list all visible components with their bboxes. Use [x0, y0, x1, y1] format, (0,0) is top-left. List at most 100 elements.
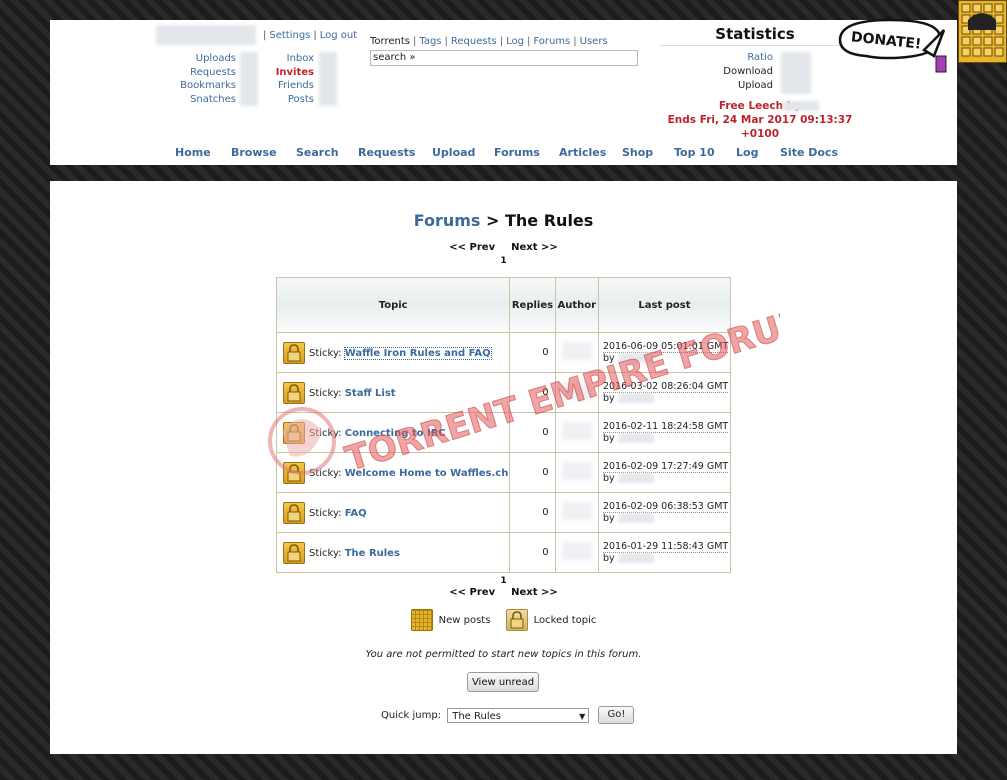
replies-count: 0 — [509, 492, 556, 533]
header-topic: Topic — [275, 277, 511, 333]
last-post-date[interactable]: 2016-02-11 18:24:58 GMT — [602, 420, 729, 433]
settings-link[interactable]: Settings — [269, 30, 310, 41]
snatches-link[interactable]: Snatches — [156, 93, 236, 107]
topic-cell: Sticky: Welcome Home to Waffles.ch — [275, 452, 511, 493]
author-cell[interactable] — [554, 492, 599, 533]
last-poster-redacted — [617, 473, 654, 483]
legend-new-posts-label: New posts — [438, 615, 491, 626]
author-redacted — [561, 542, 592, 560]
topic-link[interactable]: Connecting to IRC — [345, 428, 446, 439]
search-forums-link[interactable]: Forums — [533, 36, 570, 47]
search-input[interactable]: search » — [370, 50, 638, 66]
by-label: by — [602, 392, 615, 404]
quick-jump-select[interactable]: The Rules ▼ — [447, 707, 590, 723]
nav-articles[interactable]: Articles — [559, 146, 606, 159]
view-unread-button[interactable]: View unread — [467, 672, 539, 692]
topic-cell: Sticky: Waffle Iron Rules and FAQ — [275, 332, 511, 373]
nav-home[interactable]: Home — [175, 146, 211, 159]
sticky-label: Sticky: — [309, 547, 342, 559]
sticky-label: Sticky: — [309, 347, 342, 359]
last-post-date[interactable]: 2016-02-09 06:38:53 GMT — [602, 500, 729, 513]
user-counts-redacted — [240, 52, 258, 106]
page-title: Forums > The Rules — [50, 211, 957, 230]
search-requests-link[interactable]: Requests — [451, 36, 497, 47]
search-type-links: Torrents | Tags | Requests | Log | Forums | Users — [370, 36, 608, 47]
donate-button[interactable]: DONATE! — [836, 12, 948, 76]
bookmarks-link[interactable]: Bookmarks — [156, 79, 236, 93]
search-torrents-link[interactable]: Torrents — [370, 36, 410, 47]
topic-link[interactable]: FAQ — [345, 508, 367, 519]
last-post-cell: 2016-02-09 17:27:49 GMT by — [597, 452, 732, 493]
pager-top: << Prev Next >> — [50, 242, 957, 253]
ratio-label[interactable]: Ratio — [655, 52, 773, 63]
table-row: Sticky: Welcome Home to Waffles.ch 0 201… — [275, 452, 732, 493]
go-button[interactable]: Go! — [598, 706, 635, 724]
sticky-label: Sticky: — [309, 387, 342, 399]
topic-link[interactable]: Waffle Iron Rules and FAQ — [343, 346, 492, 360]
next-link-bottom[interactable]: Next >> — [511, 587, 558, 598]
by-label: by — [602, 352, 615, 364]
locked-topic-icon — [505, 609, 528, 631]
author-redacted — [561, 502, 592, 520]
nav-top10[interactable]: Top 10 — [674, 146, 715, 159]
requests-link[interactable]: Requests — [156, 66, 236, 80]
nav-upload[interactable]: Upload — [432, 146, 475, 159]
search-tags-link[interactable]: Tags — [419, 36, 441, 47]
replies-count: 0 — [509, 372, 556, 413]
logout-link[interactable]: Log out — [320, 30, 357, 41]
page-number-bottom[interactable]: 1 — [50, 576, 957, 586]
nav-log[interactable]: Log — [736, 146, 758, 159]
user-mid-links: Inbox Invites Friends Posts — [260, 52, 314, 106]
search-log-link[interactable]: Log — [506, 36, 524, 47]
author-cell[interactable] — [554, 332, 599, 373]
author-redacted — [561, 382, 592, 400]
download-label: Download — [723, 66, 773, 77]
topic-cell: Sticky: The Rules — [275, 532, 511, 573]
nav-search[interactable]: Search — [296, 146, 339, 159]
breadcrumb-separator: > — [486, 211, 500, 230]
prev-link-top[interactable]: << Prev — [449, 242, 495, 253]
quick-jump: Quick jump: The Rules ▼ Go! — [381, 706, 635, 724]
chevron-down-icon: ▼ — [579, 711, 586, 721]
invites-link[interactable]: Invites — [260, 66, 314, 80]
user-top-links: | Settings | Log out — [263, 30, 358, 41]
search-users-link[interactable]: Users — [580, 36, 608, 47]
waffle-logo-icon — [957, 0, 1007, 64]
nav-forums[interactable]: Forums — [494, 146, 540, 159]
nav-site-docs[interactable]: Site Docs — [780, 146, 838, 159]
topic-link[interactable]: The Rules — [345, 548, 400, 559]
by-label: by — [602, 472, 615, 484]
prev-link-bottom[interactable]: << Prev — [449, 587, 495, 598]
author-cell[interactable] — [554, 452, 599, 493]
author-cell[interactable] — [554, 532, 599, 573]
topic-link[interactable]: Welcome Home to Waffles.ch — [345, 468, 509, 479]
statistics-box: Statistics Ratio Download Upload Free Le… — [655, 25, 855, 140]
header-replies: Replies — [509, 277, 556, 333]
topic-link[interactable]: Staff List — [345, 388, 396, 399]
last-post-date[interactable]: 2016-02-09 17:27:49 GMT — [602, 460, 729, 473]
next-link-top[interactable]: Next >> — [511, 242, 558, 253]
author-cell[interactable] — [554, 372, 599, 413]
inbox-link[interactable]: Inbox — [260, 52, 314, 66]
last-poster-redacted — [617, 393, 654, 403]
nav-requests[interactable]: Requests — [358, 146, 415, 159]
page-number-top[interactable]: 1 — [50, 256, 957, 266]
last-post-date[interactable]: 2016-03-02 08:26:04 GMT — [602, 380, 729, 393]
last-poster-redacted — [617, 553, 654, 563]
nav-shop[interactable]: Shop — [622, 146, 653, 159]
posts-link[interactable]: Posts — [260, 93, 314, 107]
replies-count: 0 — [509, 532, 556, 573]
free-leech-line3: +0100 — [740, 128, 780, 140]
replies-count: 0 — [509, 452, 556, 493]
breadcrumb-forums[interactable]: Forums — [414, 211, 481, 230]
nav-browse[interactable]: Browse — [231, 146, 277, 159]
last-post-date[interactable]: 2016-01-29 11:58:43 GMT — [602, 540, 729, 553]
last-post-cell: 2016-01-29 11:58:43 GMT by — [597, 532, 732, 573]
table-header-row: Topic Replies Author Last post — [275, 277, 732, 333]
uploads-link[interactable]: Uploads — [156, 52, 236, 66]
by-label: by — [602, 432, 615, 444]
breadcrumb-current: The Rules — [505, 211, 594, 230]
author-cell[interactable] — [554, 412, 599, 453]
friends-link[interactable]: Friends — [260, 79, 314, 93]
last-post-date[interactable]: 2016-06-09 05:01:01 GMT — [602, 340, 729, 353]
